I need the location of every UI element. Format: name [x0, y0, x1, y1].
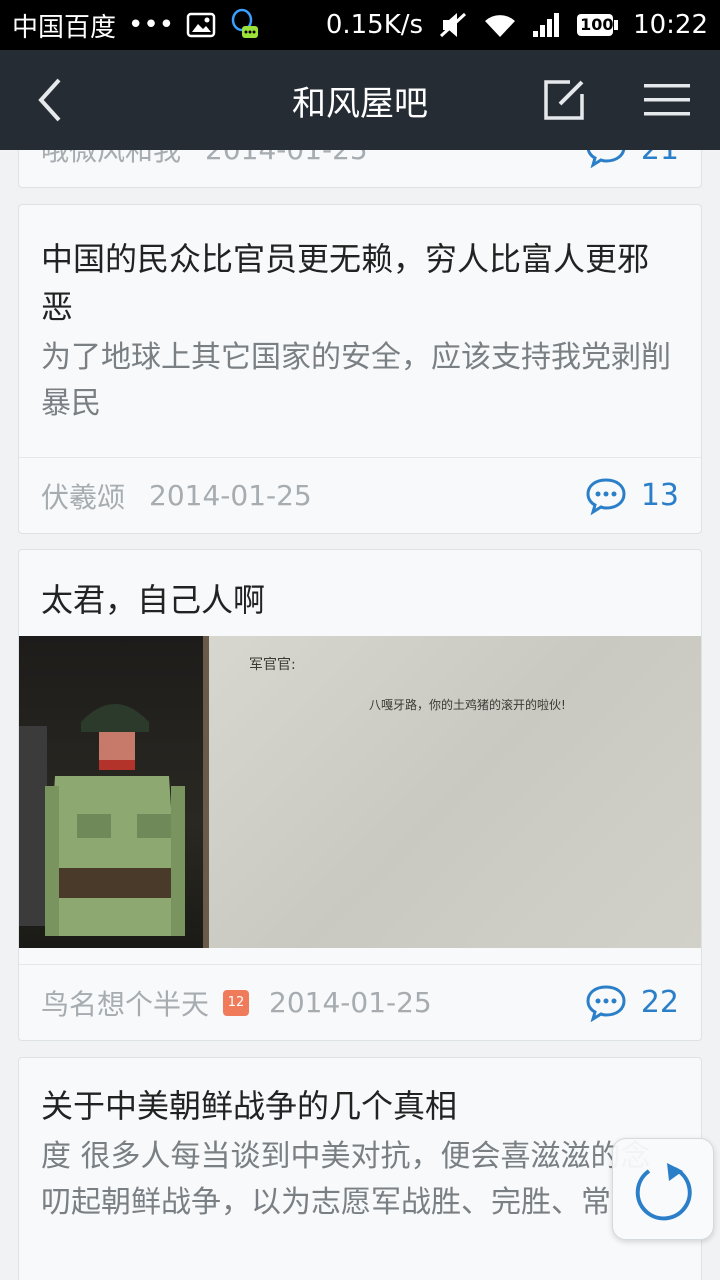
post-author[interactable]: 伏羲颂 — [41, 476, 125, 516]
post-card[interactable]: 哦微风和我 2014-01-25 21 — [18, 150, 702, 188]
post-date: 2014-01-25 — [205, 150, 368, 166]
soldier-figure — [19, 636, 203, 948]
comment-bubble-icon — [586, 477, 626, 515]
post-excerpt: 为了地球上其它国家的安全，应该支持我党剥削暴民 — [41, 340, 671, 421]
post-card[interactable]: 中国的民众比官员更无赖，穷人比富人更邪恶 为了地球上其它国家的安全，应该支持我党… — [18, 204, 702, 534]
post-date: 2014-01-25 — [269, 986, 432, 1019]
battery-icon: 100 — [575, 12, 619, 38]
hamburger-menu-icon — [644, 84, 690, 116]
refresh-button[interactable] — [612, 1138, 714, 1240]
post-meta: 哦微风和我 2014-01-25 21 — [19, 150, 701, 187]
refresh-icon — [635, 1163, 692, 1221]
net-speed: 0.15K/s — [325, 10, 424, 40]
clock: 10:22 — [633, 10, 708, 40]
dialog-panel: 军官官: 八嘎牙路，你的土鸡猪的滚开的啦伙! — [203, 636, 701, 948]
user-level-badge: 12 — [223, 989, 250, 1016]
dialog-text: 八嘎牙路，你的土鸡猪的滚开的啦伙! — [369, 698, 566, 712]
comment-count-value: 21 — [641, 150, 679, 167]
comment-bubble-icon — [586, 984, 626, 1022]
post-title[interactable]: 关于中美朝鲜战争的几个真相 — [19, 1058, 701, 1130]
comment-count[interactable]: 13 — [585, 477, 679, 515]
wifi-icon — [483, 11, 517, 39]
post-author[interactable]: 哦微风和我 — [41, 150, 181, 169]
compose-icon — [544, 80, 584, 120]
battery-level: 100 — [580, 15, 614, 34]
carrier-label: 中国百度 — [12, 12, 117, 43]
forum-title: 和风屋吧 — [292, 83, 428, 124]
menu-button[interactable] — [642, 80, 692, 120]
post-excerpt: 度 很多人每当谈到中美对抗，便会喜滋滋的念叨起朝鲜战争，以为志愿军战胜、完胜、常 — [41, 1139, 651, 1220]
top-nav-bar: 和风屋吧 — [0, 50, 720, 150]
post-title[interactable]: 太君，自己人啊 — [19, 550, 701, 624]
post-card[interactable]: 太君，自己人啊 军官官: 八嘎牙路，你的土鸡猪的滚开的啦伙! 鸟名想个半天 12… — [18, 549, 702, 1041]
post-card[interactable]: 关于中美朝鲜战争的几个真相 度 很多人每当谈到中美对抗，便会喜滋滋的念叨起朝鲜战… — [18, 1057, 702, 1280]
signal-icon — [531, 11, 561, 39]
notification-dots: ••• — [128, 10, 175, 40]
post-meta: 伏羲颂 2014-01-25 13 — [19, 457, 701, 533]
comment-count[interactable]: 21 — [585, 150, 679, 168]
mute-icon — [437, 10, 469, 40]
compose-button[interactable] — [540, 76, 588, 124]
comment-count[interactable]: 22 — [585, 984, 679, 1022]
gallery-icon — [186, 12, 216, 38]
comment-count-value: 22 — [640, 985, 679, 1020]
post-feed: 哦微风和我 2014-01-25 21 中国的民众比官员更无赖，穷人比富人更邪恶… — [0, 150, 720, 1280]
comment-count-value: 13 — [640, 478, 679, 513]
comment-bubble-icon — [586, 150, 625, 168]
qq-icon — [228, 8, 260, 42]
post-date: 2014-01-25 — [149, 479, 312, 512]
chevron-left-icon — [38, 78, 61, 122]
post-image[interactable]: 军官官: 八嘎牙路，你的土鸡猪的滚开的啦伙! — [19, 636, 701, 948]
back-button[interactable] — [30, 74, 70, 126]
status-bar: 中国百度 ••• 0.15K/s 100 10:22 — [0, 0, 720, 50]
post-meta: 鸟名想个半天 12 2014-01-25 22 — [19, 964, 701, 1040]
post-author[interactable]: 鸟名想个半天 — [41, 983, 209, 1023]
dialog-speaker: 军官官: — [249, 657, 296, 673]
post-title[interactable]: 中国的民众比官员更无赖，穷人比富人更邪恶 — [19, 205, 701, 331]
